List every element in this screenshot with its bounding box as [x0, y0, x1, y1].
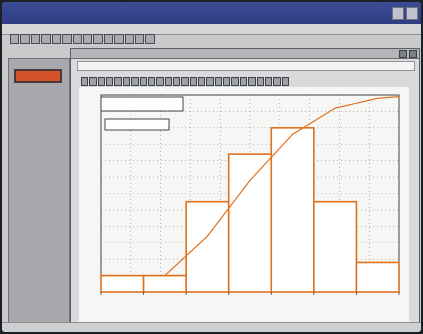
main-toolbar	[10, 34, 155, 44]
chart-tool-button[interactable]	[273, 77, 281, 86]
chart-tool-button[interactable]	[97, 77, 106, 86]
chart-tool-button[interactable]	[181, 77, 189, 86]
panel-action-button[interactable]	[14, 69, 62, 83]
toolbar-button[interactable]	[103, 34, 114, 44]
document-title-bar	[71, 49, 419, 59]
left-panel	[8, 58, 70, 328]
close-button[interactable]	[406, 7, 418, 20]
close-button[interactable]	[409, 50, 417, 58]
app-screen	[2, 2, 421, 332]
toolbar-button[interactable]	[93, 34, 103, 44]
chart-tool-button[interactable]	[156, 77, 164, 86]
chart-tool-button[interactable]	[281, 77, 289, 86]
chart-tool-button[interactable]	[248, 77, 256, 86]
toolbar-button[interactable]	[20, 34, 30, 44]
toolbar-button[interactable]	[51, 34, 62, 44]
chart-tool-button[interactable]	[264, 77, 273, 86]
legend-box-1	[100, 96, 184, 112]
chart-tool-button[interactable]	[206, 77, 214, 86]
chart-tool-button[interactable]	[81, 77, 89, 86]
chart-tool-button[interactable]	[231, 77, 239, 86]
chart-tool-button[interactable]	[122, 77, 131, 86]
chart-tool-button[interactable]	[198, 77, 206, 86]
toolbar-button[interactable]	[145, 34, 155, 44]
histogram-bar-b4	[227, 153, 273, 293]
window-title-bar	[2, 2, 421, 24]
document-window	[70, 48, 420, 330]
histogram-chart	[100, 94, 400, 295]
toolbar-button[interactable]	[10, 34, 20, 44]
restore-button[interactable]	[399, 50, 407, 58]
toolbar-button[interactable]	[62, 34, 72, 44]
chart-tool-button[interactable]	[189, 77, 198, 86]
chart-tool-button[interactable]	[131, 77, 139, 86]
toolbar-button[interactable]	[124, 34, 135, 44]
chart-tool-button[interactable]	[223, 77, 231, 86]
window-controls	[392, 7, 418, 20]
histogram-bar-b2	[142, 274, 187, 293]
toolbar-button[interactable]	[72, 34, 82, 44]
chart-area[interactable]	[79, 87, 409, 323]
toolbar-button[interactable]	[135, 34, 145, 44]
toolbar-button[interactable]	[30, 34, 41, 44]
histogram-bar-b7	[355, 261, 400, 293]
chart-tool-button[interactable]	[114, 77, 122, 86]
chart-tool-button[interactable]	[139, 77, 147, 86]
chart-tool-button[interactable]	[239, 77, 248, 86]
histogram-bar-b3	[185, 200, 230, 293]
histogram-bar-b5	[270, 127, 315, 293]
histogram-bar-b6	[313, 200, 358, 293]
chart-tool-button[interactable]	[214, 77, 223, 86]
document-window-controls	[399, 50, 417, 58]
status-bar	[2, 322, 421, 332]
chart-tool-button[interactable]	[164, 77, 172, 86]
toolbar-button[interactable]	[114, 34, 124, 44]
chart-tool-button[interactable]	[106, 77, 114, 86]
chart-tool-button[interactable]	[89, 77, 97, 86]
chart-tool-button[interactable]	[172, 77, 181, 86]
histogram-bar-b1	[100, 274, 145, 293]
toolbar-button[interactable]	[82, 34, 93, 44]
chart-tool-button[interactable]	[256, 77, 264, 86]
minimize-button[interactable]	[392, 7, 404, 20]
chart-toolbar	[81, 77, 289, 86]
formula-bar[interactable]	[77, 61, 415, 71]
toolbar-button[interactable]	[41, 34, 51, 44]
chart-tool-button[interactable]	[147, 77, 156, 86]
legend-box-2	[104, 118, 170, 131]
